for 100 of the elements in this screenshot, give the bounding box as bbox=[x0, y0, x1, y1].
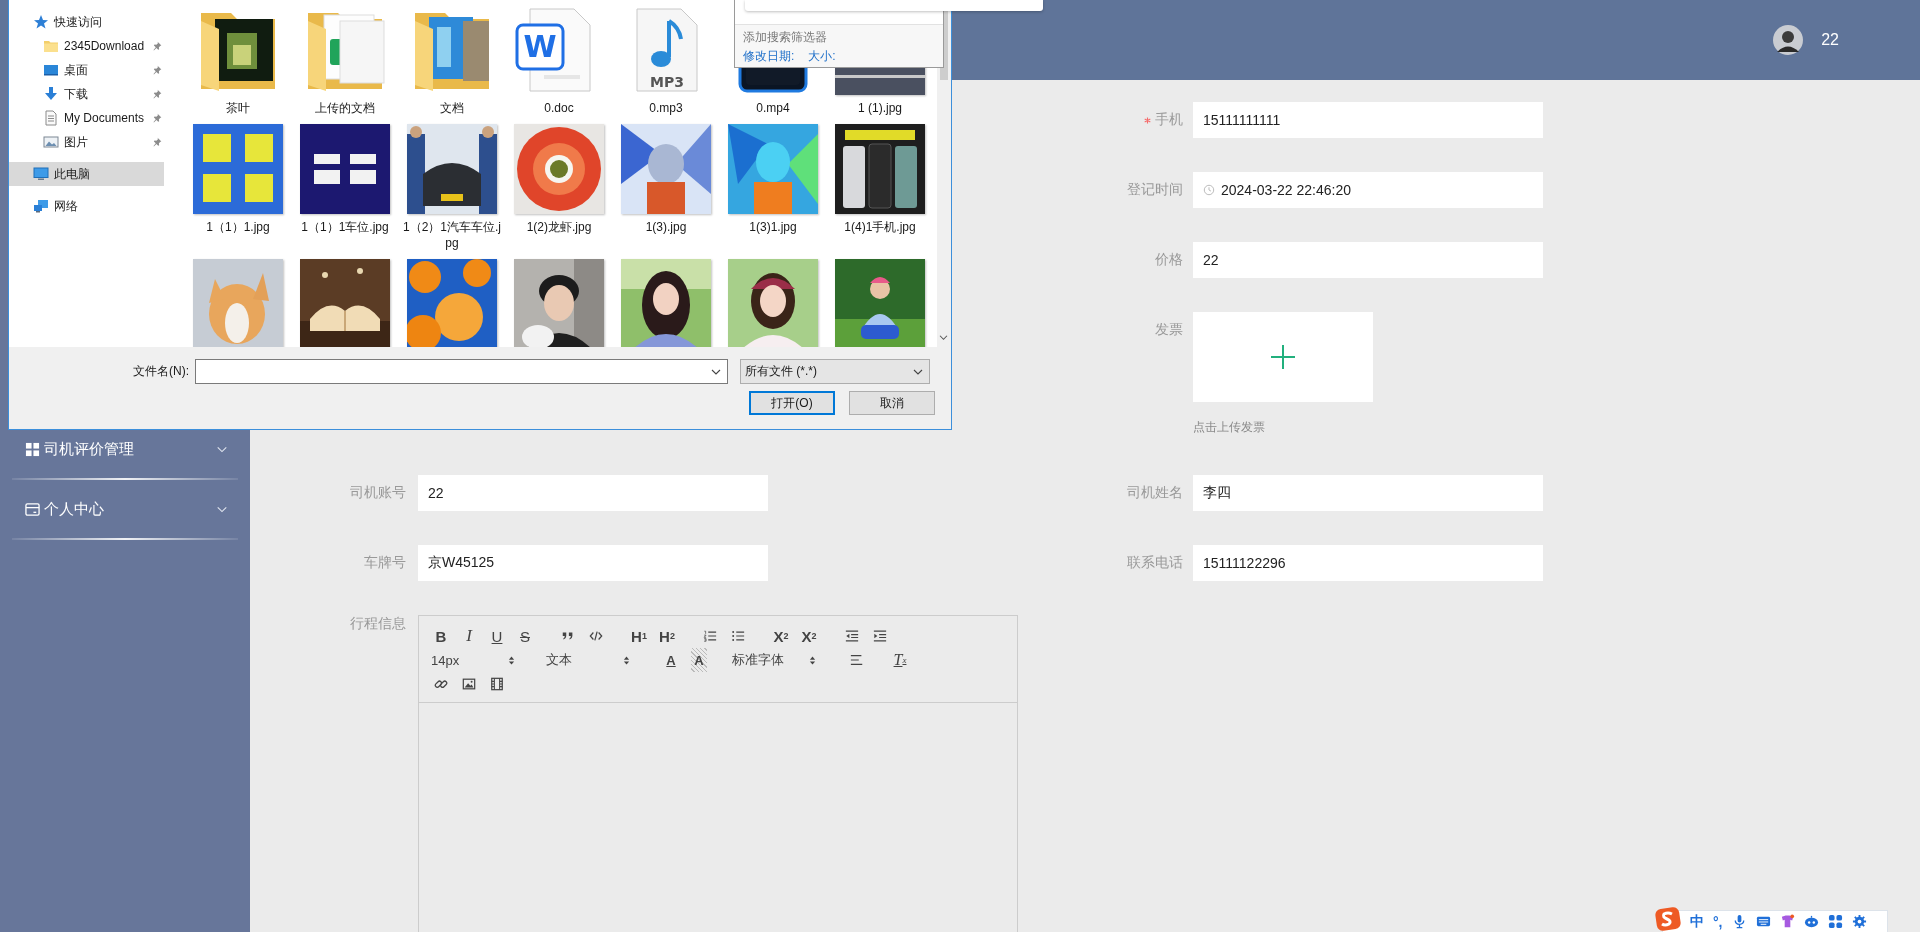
cancel-button[interactable]: 取消 bbox=[849, 391, 935, 415]
bullet-list-icon bbox=[731, 629, 745, 643]
dropdown[interactable]: 文本 bbox=[542, 648, 638, 672]
download-icon bbox=[43, 86, 59, 102]
date-field[interactable]: 2024-03-22 22:46:20 bbox=[1193, 172, 1543, 208]
outdent-icon bbox=[845, 629, 859, 643]
pin-icon[interactable] bbox=[152, 65, 162, 75]
numbered-list-icon bbox=[703, 629, 717, 643]
upload-hint: 点击上传发票 bbox=[1193, 419, 1266, 436]
field-label: 手机 bbox=[1155, 111, 1183, 129]
field-label: 价格 bbox=[1155, 251, 1183, 269]
underline-button[interactable]: U bbox=[483, 624, 511, 648]
input-field[interactable]: 15111111111 bbox=[1193, 102, 1543, 138]
shirt-icon[interactable] bbox=[1779, 914, 1795, 929]
input-field[interactable]: 22 bbox=[418, 475, 768, 511]
superscript-button[interactable]: X$^{2}$ bbox=[795, 624, 823, 648]
file-name[interactable]: 0.mp4 bbox=[721, 100, 825, 116]
file-name[interactable]: 文档 bbox=[400, 100, 504, 116]
align-left-icon bbox=[850, 653, 864, 667]
strikethrough-button[interactable]: S bbox=[511, 624, 539, 648]
field-label: 司机姓名 bbox=[1127, 484, 1183, 502]
nav-item[interactable]: 快速访问 bbox=[9, 10, 164, 34]
filename-field[interactable] bbox=[195, 359, 728, 384]
input-field[interactable]: 京W45125 bbox=[418, 545, 768, 581]
avatar[interactable] bbox=[1773, 25, 1804, 55]
file-name[interactable]: 茶叶 bbox=[186, 100, 290, 116]
nav-item[interactable]: 桌面 bbox=[9, 58, 164, 82]
file-name[interactable]: 1(3).jpg bbox=[614, 219, 718, 235]
folder-icon bbox=[43, 38, 59, 54]
field-label: 行程信息 bbox=[350, 615, 406, 633]
picture-folder-icon bbox=[43, 134, 59, 150]
input-mode-toggle[interactable]: 中 bbox=[1690, 912, 1704, 931]
highlight-button[interactable]: A bbox=[691, 648, 707, 672]
field-label: 登记时间 bbox=[1127, 181, 1183, 199]
filter-link[interactable]: 大小: bbox=[808, 49, 836, 64]
pin-icon[interactable] bbox=[152, 113, 162, 123]
dropdown[interactable]: 14px bbox=[427, 648, 523, 672]
file-name[interactable]: 1 (1).jpg bbox=[828, 100, 932, 116]
star-icon bbox=[33, 14, 49, 30]
field-label: 联系电话 bbox=[1127, 554, 1183, 572]
filter-hint: 添加搜索筛选器 bbox=[743, 30, 828, 45]
field-label: 发票 bbox=[1155, 321, 1183, 339]
nav-item[interactable]: 此电脑 bbox=[9, 162, 164, 186]
updown-arrows-icon bbox=[809, 654, 816, 666]
robot-icon[interactable] bbox=[1803, 914, 1819, 929]
sidebar-item[interactable]: 司机评价管理 bbox=[0, 420, 250, 478]
chevron-down-icon bbox=[913, 367, 923, 376]
file-name[interactable]: 0.mp3 bbox=[614, 100, 718, 116]
link-icon bbox=[434, 677, 448, 691]
keyboard-icon[interactable] bbox=[1755, 914, 1771, 929]
nav-item[interactable]: 网络 bbox=[9, 194, 164, 218]
plus-icon bbox=[1270, 344, 1296, 370]
field-label: 司机账号 bbox=[350, 484, 406, 502]
font-color-button[interactable]: A bbox=[657, 648, 685, 672]
nav-item[interactable]: My Documents bbox=[9, 106, 164, 130]
document-icon bbox=[43, 110, 59, 126]
chevron-down-icon bbox=[711, 367, 721, 376]
code-icon bbox=[589, 629, 603, 643]
file-name[interactable]: 1(4)1手机.jpg bbox=[828, 219, 932, 235]
pin-icon[interactable] bbox=[152, 89, 162, 99]
nav-item[interactable]: 图片 bbox=[9, 130, 164, 154]
open-button[interactable]: 打开(O) bbox=[749, 391, 835, 415]
updown-arrows-icon bbox=[623, 654, 630, 666]
punctuation-toggle[interactable]: °, bbox=[1713, 913, 1723, 930]
input-field[interactable]: 李四 bbox=[1193, 475, 1543, 511]
grid-icon[interactable] bbox=[1827, 914, 1843, 929]
filter-link[interactable]: 修改日期: bbox=[743, 49, 795, 64]
file-name[interactable]: 1（2）1汽车车位.jpg bbox=[400, 219, 504, 251]
field-label: 车牌号 bbox=[364, 554, 406, 572]
indent-icon bbox=[873, 629, 887, 643]
file-name[interactable]: 1（1）1车位.jpg bbox=[293, 219, 397, 235]
user-name[interactable]: 22 bbox=[1821, 31, 1839, 49]
film-icon bbox=[490, 677, 504, 691]
computer-icon bbox=[33, 166, 49, 182]
pin-icon[interactable] bbox=[152, 41, 162, 51]
updown-arrows-icon bbox=[508, 654, 515, 666]
desktop-icon bbox=[43, 62, 59, 78]
settings-icon[interactable] bbox=[1851, 914, 1867, 929]
file-name[interactable]: 1(3)1.jpg bbox=[721, 219, 825, 235]
image-icon bbox=[462, 677, 476, 691]
file-name[interactable]: 上传的文档 bbox=[293, 100, 397, 116]
input-field[interactable]: 22 bbox=[1193, 242, 1543, 278]
file-type-dropdown[interactable]: 所有文件 (*.*) bbox=[740, 359, 930, 384]
card-icon bbox=[25, 501, 40, 517]
nav-item[interactable]: 下载 bbox=[9, 82, 164, 106]
file-name[interactable]: 1(2)龙虾.jpg bbox=[507, 219, 611, 235]
dropdown[interactable]: 标准字体 bbox=[728, 648, 824, 672]
pin-icon[interactable] bbox=[152, 137, 162, 147]
file-name[interactable]: 1（1）1.jpg bbox=[186, 219, 290, 235]
filename-label: 文件名(N): bbox=[132, 363, 190, 380]
grid-icon bbox=[25, 441, 40, 457]
italic-button[interactable]: I bbox=[455, 624, 483, 648]
nav-item[interactable]: 2345Download bbox=[9, 34, 164, 58]
clock-icon bbox=[1203, 184, 1215, 196]
scroll-down-icon[interactable] bbox=[939, 334, 948, 341]
sidebar-item[interactable]: 个人中心 bbox=[0, 480, 250, 538]
input-field[interactable]: 15111122296 bbox=[1193, 545, 1543, 581]
bold-button[interactable]: B bbox=[427, 624, 455, 648]
file-name[interactable]: 0.doc bbox=[507, 100, 611, 116]
ime-logo-icon[interactable] bbox=[1655, 906, 1681, 931]
